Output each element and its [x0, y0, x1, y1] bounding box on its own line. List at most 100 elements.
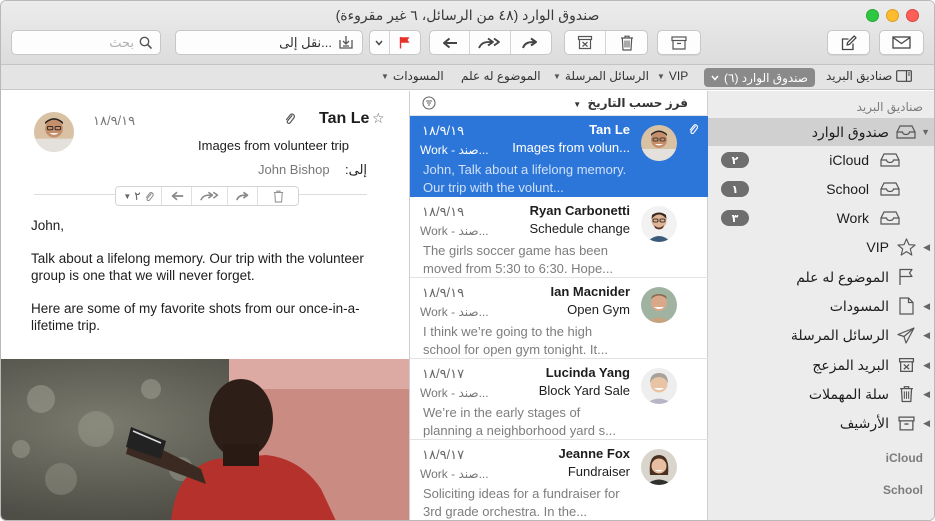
disclosure-down-icon[interactable]: ▼: [921, 127, 930, 137]
archive-button[interactable]: [657, 30, 701, 55]
message-date: ١٨/٩/١٩: [422, 123, 465, 138]
disclosure-right-icon[interactable]: ◀: [923, 242, 930, 253]
message-sender: Ian Macnider: [550, 284, 630, 299]
favorites-vip-button[interactable]: ▼ VIP: [657, 69, 688, 83]
inline-delete-button[interactable]: [258, 187, 298, 205]
sidebar-item-inbox-work[interactable]: Work ٣: [708, 204, 934, 232]
compose-icon: [841, 34, 857, 50]
forward-button[interactable]: [511, 31, 551, 54]
body-paragraph: Talk about a lifelong memory. Our trip w…: [31, 251, 364, 283]
delete-button[interactable]: [606, 31, 647, 54]
message-date: ١٨/٩/١٩: [422, 285, 465, 300]
disclosure-right-icon[interactable]: ◀: [923, 330, 930, 341]
favorites-bar: صناديق البريد صندوق الوارد (٦) ▼ VIP ▼ ا…: [1, 65, 934, 90]
message-list: فرز حسب التاريخ ▼ Tan Le ١٨/٩/١٩ Images …: [409, 91, 708, 520]
mailbox-sidebar: صناديق البريد ▼ صندوق الوارد iCloud ٢ Sc…: [707, 91, 934, 520]
toolbar: صندوق الوارد (٤٨ من الرسائل، ٦ غير مقروء…: [1, 1, 934, 65]
sidebar-toggle-icon: [896, 70, 913, 82]
trash-icon: [273, 190, 283, 202]
favorites-inbox-label: صندوق الوارد (٦): [724, 70, 808, 85]
message-row[interactable]: Tan Le ١٨/٩/١٩ Images from volun... Work…: [410, 116, 708, 197]
paperclip-icon: [689, 124, 698, 135]
compose-button[interactable]: [827, 30, 870, 55]
avatar: [34, 112, 74, 152]
sidebar-item-label: سلة المهملات: [808, 385, 889, 402]
sidebar-item-inbox-icloud[interactable]: iCloud ٢: [708, 146, 934, 174]
inline-reply-button[interactable]: [162, 187, 192, 205]
reply-icon: [171, 191, 183, 201]
sort-menu-button[interactable]: فرز حسب التاريخ ▼: [573, 96, 688, 110]
disclosure-right-icon[interactable]: ◀: [923, 418, 930, 429]
message-sender: Lucinda Yang: [545, 365, 630, 380]
sidebar-item-inbox-school[interactable]: School ١: [708, 175, 934, 203]
disclosure-right-icon[interactable]: ◀: [923, 389, 930, 400]
favorites-mailboxes-button[interactable]: صناديق البريد: [826, 69, 913, 83]
reply-all-icon: [478, 37, 500, 48]
sidebar-section-icloud[interactable]: iCloud: [886, 451, 923, 465]
body-paragraph: Here are some of my favorite shots from …: [31, 301, 360, 333]
sidebar-item-inbox[interactable]: ▼ صندوق الوارد: [708, 118, 934, 146]
message-date: ١٨/٩/١٧: [422, 366, 465, 381]
disclosure-right-icon[interactable]: ◀: [923, 301, 930, 312]
message-preview: The girls soccer game has been moved fro…: [423, 243, 614, 276]
inline-forward-button[interactable]: [228, 187, 258, 205]
message-row[interactable]: Jeanne Fox ١٨/٩/١٧ Fundraiser Work - صند…: [410, 440, 708, 520]
favorites-sent-label: الرسائل المرسلة: [564, 69, 650, 83]
favorites-sent-button[interactable]: ▼ الرسائل المرسلة: [553, 69, 649, 83]
junk-icon: [895, 356, 917, 374]
sidebar-item-label: Work: [836, 210, 869, 226]
sidebar-item-archive[interactable]: ◀ الأرشيف: [708, 409, 934, 437]
message-subject: Images from volun...: [512, 140, 630, 155]
star-icon[interactable]: ☆: [372, 110, 385, 127]
sidebar-item-drafts[interactable]: ◀ المسودات: [708, 292, 934, 320]
junk-icon: [577, 35, 593, 50]
attached-photo: [1, 359, 409, 520]
junk-button[interactable]: [565, 31, 607, 54]
favorites-flagged-button[interactable]: الموضوع له علم: [461, 69, 541, 83]
filter-icon[interactable]: [422, 96, 436, 110]
attachments-button[interactable]: ▼ ٢: [116, 187, 162, 205]
trash-icon: [895, 385, 917, 403]
reply-button[interactable]: [430, 31, 471, 54]
chevron-down-icon: ▼: [553, 71, 561, 81]
sidebar-item-flagged[interactable]: الموضوع له علم: [708, 263, 934, 291]
chevron-down-icon: ▼: [573, 100, 582, 109]
sidebar-item-label: الأرشيف: [839, 414, 889, 431]
sidebar-item-junk[interactable]: ◀ البريد المزعج: [708, 351, 934, 379]
message-preview: Soliciting ideas for a fundraiser for 3r…: [423, 486, 620, 519]
paperclip-icon: [285, 113, 295, 124]
favorites-drafts-button[interactable]: ▼ المسودات: [381, 69, 444, 83]
message-body: John, Talk about a lifelong memory. Our …: [31, 217, 376, 350]
sidebar-item-vip[interactable]: ◀ VIP: [708, 233, 934, 261]
flag-menu-chevron[interactable]: [370, 31, 390, 54]
message-subject: Open Gym: [567, 302, 630, 317]
message-preview: We’re in the early stages of planning a …: [423, 405, 616, 438]
favorites-inbox-button[interactable]: صندوق الوارد (٦): [704, 68, 815, 87]
message-mailbox: Work - صند...: [420, 386, 489, 400]
document-icon: [895, 297, 917, 315]
sidebar-section-school[interactable]: School: [883, 483, 923, 497]
avatar: [641, 125, 677, 161]
disclosure-right-icon[interactable]: ◀: [923, 360, 930, 371]
message-row[interactable]: Lucinda Yang ١٨/٩/١٧ Block Yard Sale Wor…: [410, 359, 708, 440]
move-to-mailbox-button[interactable]: نقل إلى...: [175, 30, 363, 55]
message-row[interactable]: Ian Macnider ١٨/٩/١٩ Open Gym Work - صند…: [410, 278, 708, 359]
move-to-label: نقل إلى...: [279, 34, 332, 50]
message-row[interactable]: Ryan Carbonetti ١٨/٩/١٩ Schedule change …: [410, 197, 708, 278]
reply-all-button[interactable]: [470, 31, 511, 54]
archive-icon: [895, 414, 917, 432]
attachments-count: ٢: [134, 189, 141, 203]
inbox-tray-icon: [879, 209, 901, 227]
inline-reply-all-button[interactable]: [192, 187, 228, 205]
avatar: [641, 368, 677, 404]
sidebar-item-sent[interactable]: ◀ الرسائل المرسلة: [708, 321, 934, 349]
inbox-tray-icon: [895, 123, 917, 141]
get-mail-button[interactable]: [879, 30, 924, 55]
inbox-tray-icon: [879, 180, 901, 198]
sidebar-item-label: الرسائل المرسلة: [790, 326, 889, 343]
flag-button[interactable]: [390, 31, 420, 54]
search-input[interactable]: بحث: [11, 30, 161, 55]
sort-label: فرز حسب التاريخ: [587, 96, 688, 110]
message-subject: Images from volunteer trip: [198, 138, 350, 153]
sidebar-item-trash[interactable]: ◀ سلة المهملات: [708, 380, 934, 408]
